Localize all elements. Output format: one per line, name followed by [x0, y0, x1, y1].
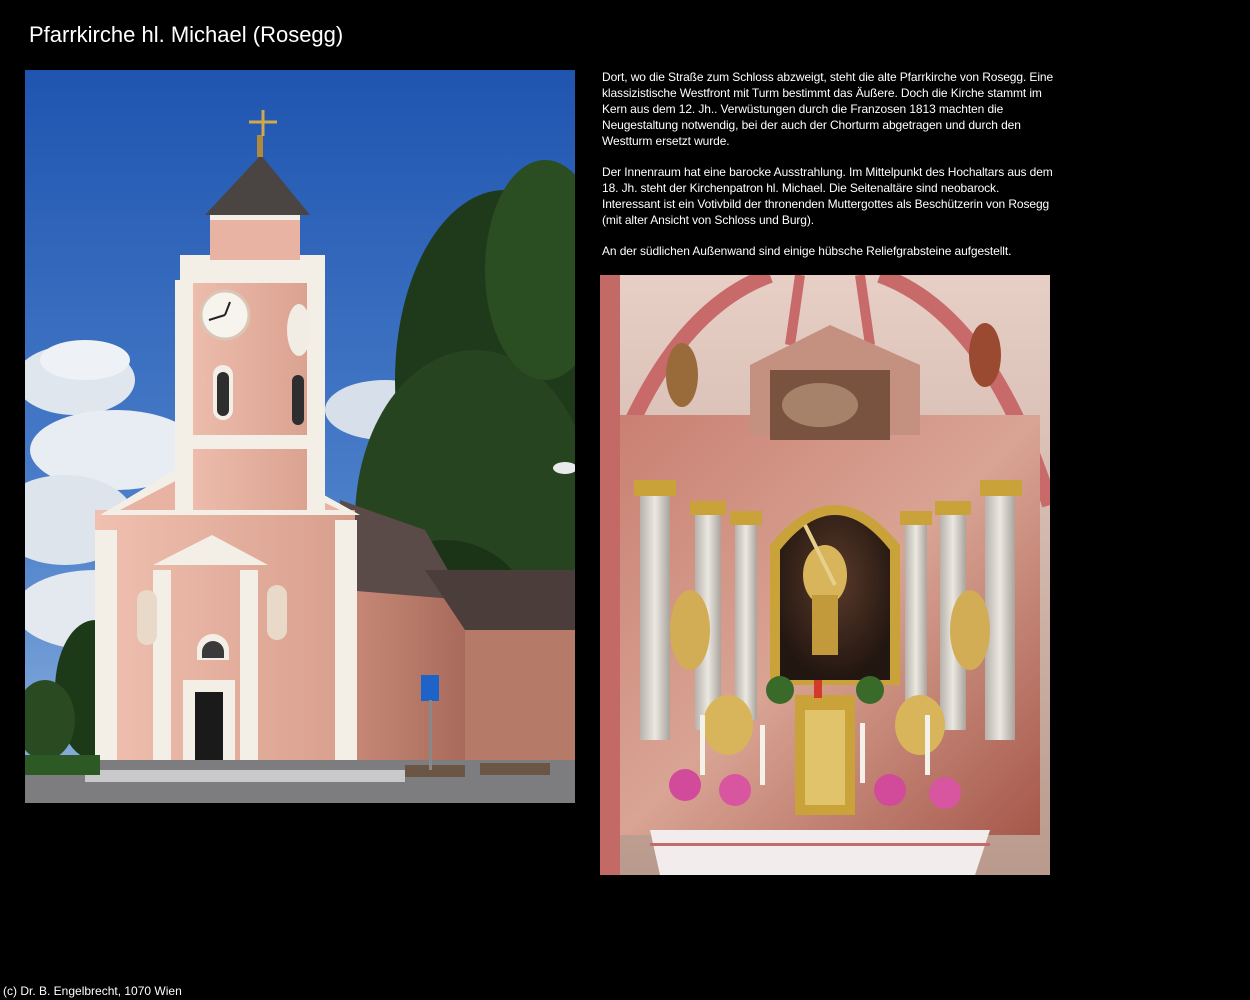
paragraph-gravestones: An der südlichen Außenwand sind einige h… — [602, 244, 1012, 258]
page: Pfarrkirche hl. Michael (Rosegg) Dort, w… — [0, 0, 1250, 1000]
description-text: Dort, wo die Straße zum Schloss abzweigt… — [602, 69, 1057, 274]
copyright-footer: (c) Dr. B. Engelbrecht, 1070 Wien — [3, 984, 182, 998]
church-exterior-photo — [25, 70, 575, 803]
high-altar-photo — [600, 275, 1050, 875]
paragraph-interior: Der Innenraum hat eine barocke Ausstrahl… — [602, 165, 1053, 227]
page-title: Pfarrkirche hl. Michael (Rosegg) — [29, 22, 344, 47]
paragraph-exterior: Dort, wo die Straße zum Schloss abzweigt… — [602, 70, 1054, 148]
